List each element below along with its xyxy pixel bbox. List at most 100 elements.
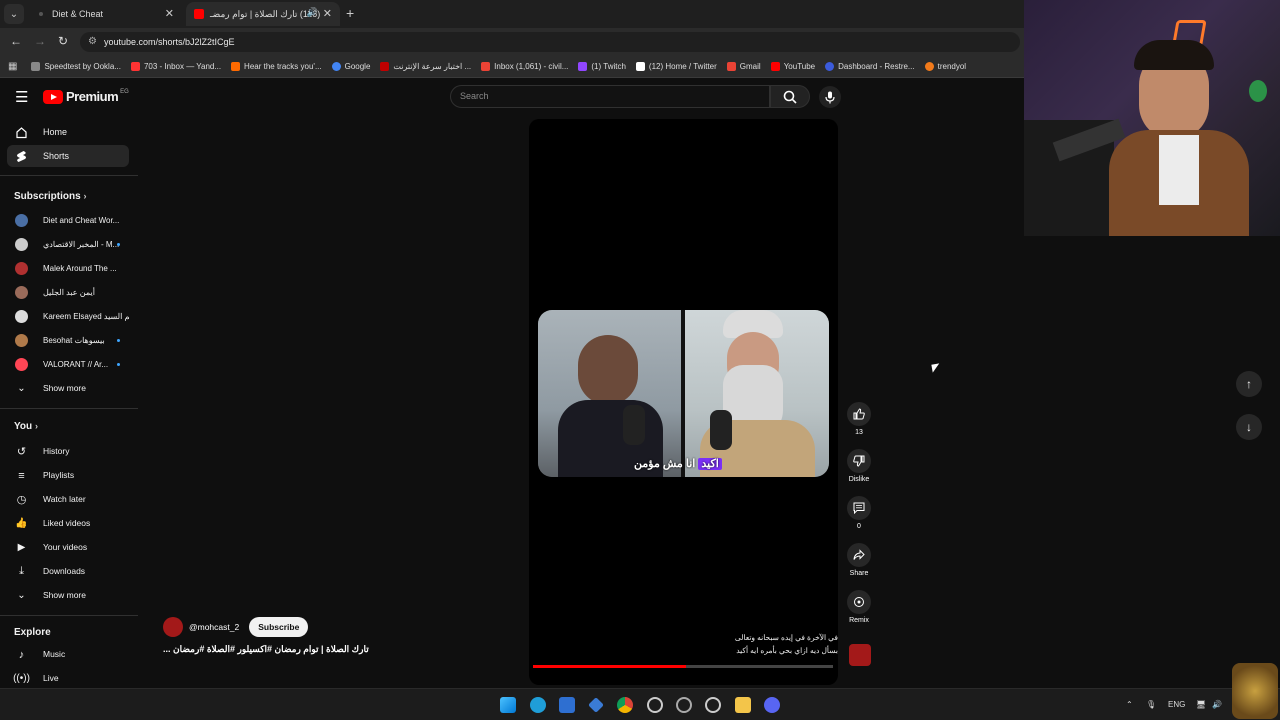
channel-row: @mohcast_2 Subscribe [163, 617, 309, 637]
bookmark-item[interactable]: Hear the tracks you'... [231, 62, 322, 71]
music-icon: ♪ [18, 648, 25, 661]
menu-icon[interactable]: ☰ [15, 88, 28, 106]
new-content-dot [117, 339, 120, 342]
progress-fill [533, 665, 686, 668]
volume-icon[interactable]: 🔊 [1212, 700, 1222, 709]
bookmark-item[interactable]: (1) Twitch [578, 62, 626, 71]
sidebar-item-live[interactable]: ((•)) Live [7, 667, 129, 689]
reload-icon[interactable]: ↻ [58, 34, 68, 48]
subscription-item[interactable]: Malek Around The ... [7, 257, 129, 279]
search-input[interactable]: Search [450, 85, 770, 108]
bookmark-item[interactable]: Speedtest by Ookla... [31, 62, 121, 71]
bookmark-icon [726, 62, 736, 71]
comments-button[interactable]: 0 [845, 496, 873, 530]
tab-search-button[interactable]: ⌄ [4, 4, 24, 24]
chevron-right-icon: › [83, 191, 87, 201]
channel-avatar [15, 358, 28, 371]
bookmark-icon [924, 62, 934, 71]
close-tab-icon[interactable]: ✕ [165, 7, 174, 20]
address-bar[interactable]: ⚙ youtube.com/shorts/bJ2lZ2tICgE [80, 32, 1020, 52]
sidebar-item-watch-later[interactable]: ◷ Watch later [7, 488, 129, 510]
bookmark-item[interactable]: Inbox (1,061) - civil... [481, 62, 568, 71]
subscriptions-heading[interactable]: Subscriptions › [14, 191, 86, 202]
dislike-label: Dislike [848, 476, 870, 483]
remix-button[interactable]: Remix [845, 590, 873, 624]
bookmark-item[interactable]: Google [331, 62, 370, 71]
logo-text: Premium [66, 89, 119, 104]
youtube-logo[interactable]: Premium EG [43, 89, 129, 104]
arrow-up-icon: ↑ [1246, 377, 1252, 391]
mic-tray-icon[interactable]: 🎙 [1146, 700, 1156, 709]
sidebar-item-your-videos[interactable]: ▶ Your videos [7, 536, 129, 558]
edge-icon[interactable] [530, 697, 546, 713]
video-frame: اكيد انا مش مؤمن [538, 310, 829, 477]
show-more-subscriptions[interactable]: ⌄ Show more [7, 377, 129, 399]
browser-tab-2-active[interactable]: (116) تارك الصلاة | توام رمضـ 🔊 ✕ [186, 2, 340, 26]
subscription-item[interactable]: VALORANT // Ar... [7, 353, 129, 375]
app-icon[interactable] [588, 697, 604, 713]
language-indicator[interactable]: ENG [1168, 700, 1185, 709]
sidebar-item-shorts[interactable]: Shorts [7, 145, 129, 167]
share-button[interactable]: Share [845, 543, 873, 577]
network-icon[interactable]: 🖥 [1196, 700, 1206, 709]
bookmark-item[interactable]: trendyol [924, 62, 966, 71]
dislike-button[interactable]: Dislike [845, 449, 873, 483]
tray-chevron-icon[interactable]: ⌃ [1126, 700, 1133, 709]
windows-taskbar: ⌃ 🎙 ENG 🖥 🔊 [0, 663, 1280, 720]
mic-icon [825, 91, 835, 103]
outlook-icon[interactable] [559, 697, 575, 713]
subscription-item[interactable]: Besohat بيسوهات [7, 329, 129, 351]
next-short-button[interactable]: ↓ [1236, 414, 1262, 440]
subscription-item[interactable]: Kareem Elsayed كريم السيد [7, 305, 129, 327]
bookmark-item[interactable]: (12) Home / Twitter [635, 62, 717, 71]
previous-short-button[interactable]: ↑ [1236, 371, 1262, 397]
subscription-item[interactable]: Diet and Cheat Wor... [7, 209, 129, 231]
bookmark-item[interactable]: Gmail [726, 62, 761, 71]
file-explorer-icon[interactable] [735, 697, 751, 713]
bookmark-item[interactable]: اختبار سرعة الإنترنت ... [380, 62, 471, 71]
sidebar-item-music[interactable]: ♪ Music [7, 643, 129, 665]
comments-count: 0 [857, 523, 861, 530]
shorts-icon [15, 150, 28, 163]
show-more-you[interactable]: ⌄ Show more [7, 584, 129, 606]
bookmark-icon [578, 62, 588, 71]
start-icon[interactable] [500, 697, 516, 713]
bookmark-item[interactable]: 703 - Inbox — Yand... [130, 62, 221, 71]
chrome-icon[interactable] [617, 697, 633, 713]
subscription-item[interactable]: أيمن عبد الجليل [7, 281, 129, 303]
like-icon [847, 402, 871, 426]
you-heading[interactable]: You › [14, 421, 38, 432]
sidebar-item-downloads[interactable]: ⤓ Downloads [7, 560, 129, 582]
channel-name[interactable]: @mohcast_2 [189, 622, 239, 632]
discord-icon[interactable] [764, 697, 780, 713]
forward-icon[interactable]: → [34, 34, 46, 48]
subscription-item[interactable]: المخبر الاقتصادي - M... [7, 233, 129, 255]
progress-bar[interactable] [533, 665, 833, 668]
sidebar-item-playlists[interactable]: ≡ Playlists [7, 464, 129, 486]
new-tab-button[interactable]: + [346, 5, 354, 21]
apps-icon[interactable]: ▦ [8, 61, 17, 72]
back-icon[interactable]: ← [10, 34, 22, 48]
voice-search-button[interactable] [819, 86, 841, 108]
sidebar-item-home[interactable]: Home [7, 121, 129, 143]
bookmark-item[interactable]: YouTube [770, 62, 815, 71]
site-info-icon[interactable]: ⚙ [88, 36, 97, 47]
bookmark-item[interactable]: Dashboard - Restre... [825, 62, 915, 71]
browser-tab-1[interactable]: Diet & Cheat ✕ [28, 2, 182, 26]
app-icon[interactable] [647, 697, 663, 713]
shorts-player[interactable]: اكيد انا مش مؤمن في الآخرة في إيده سبحان… [529, 119, 838, 685]
channel-avatar[interactable] [163, 617, 183, 637]
remix-icon [847, 590, 871, 614]
like-button[interactable]: 13 [845, 402, 873, 436]
close-tab-icon[interactable]: ✕ [323, 7, 332, 20]
sidebar-item-history[interactable]: ↺ History [7, 440, 129, 462]
search-button[interactable] [770, 85, 810, 108]
audio-icon[interactable]: 🔊 [307, 7, 318, 18]
sound-thumbnail[interactable] [849, 644, 871, 666]
subscribe-button[interactable]: Subscribe [249, 617, 309, 637]
4k-icon[interactable] [676, 697, 692, 713]
arrow-down-icon: ↓ [1246, 420, 1252, 434]
sidebar-item-liked-videos[interactable]: 👍 Liked videos [7, 512, 129, 534]
short-title[interactable]: تارك الصلاة | توام رمضان #اكسيلور #الصلا… [163, 644, 369, 655]
wordpress-icon[interactable] [705, 697, 721, 713]
